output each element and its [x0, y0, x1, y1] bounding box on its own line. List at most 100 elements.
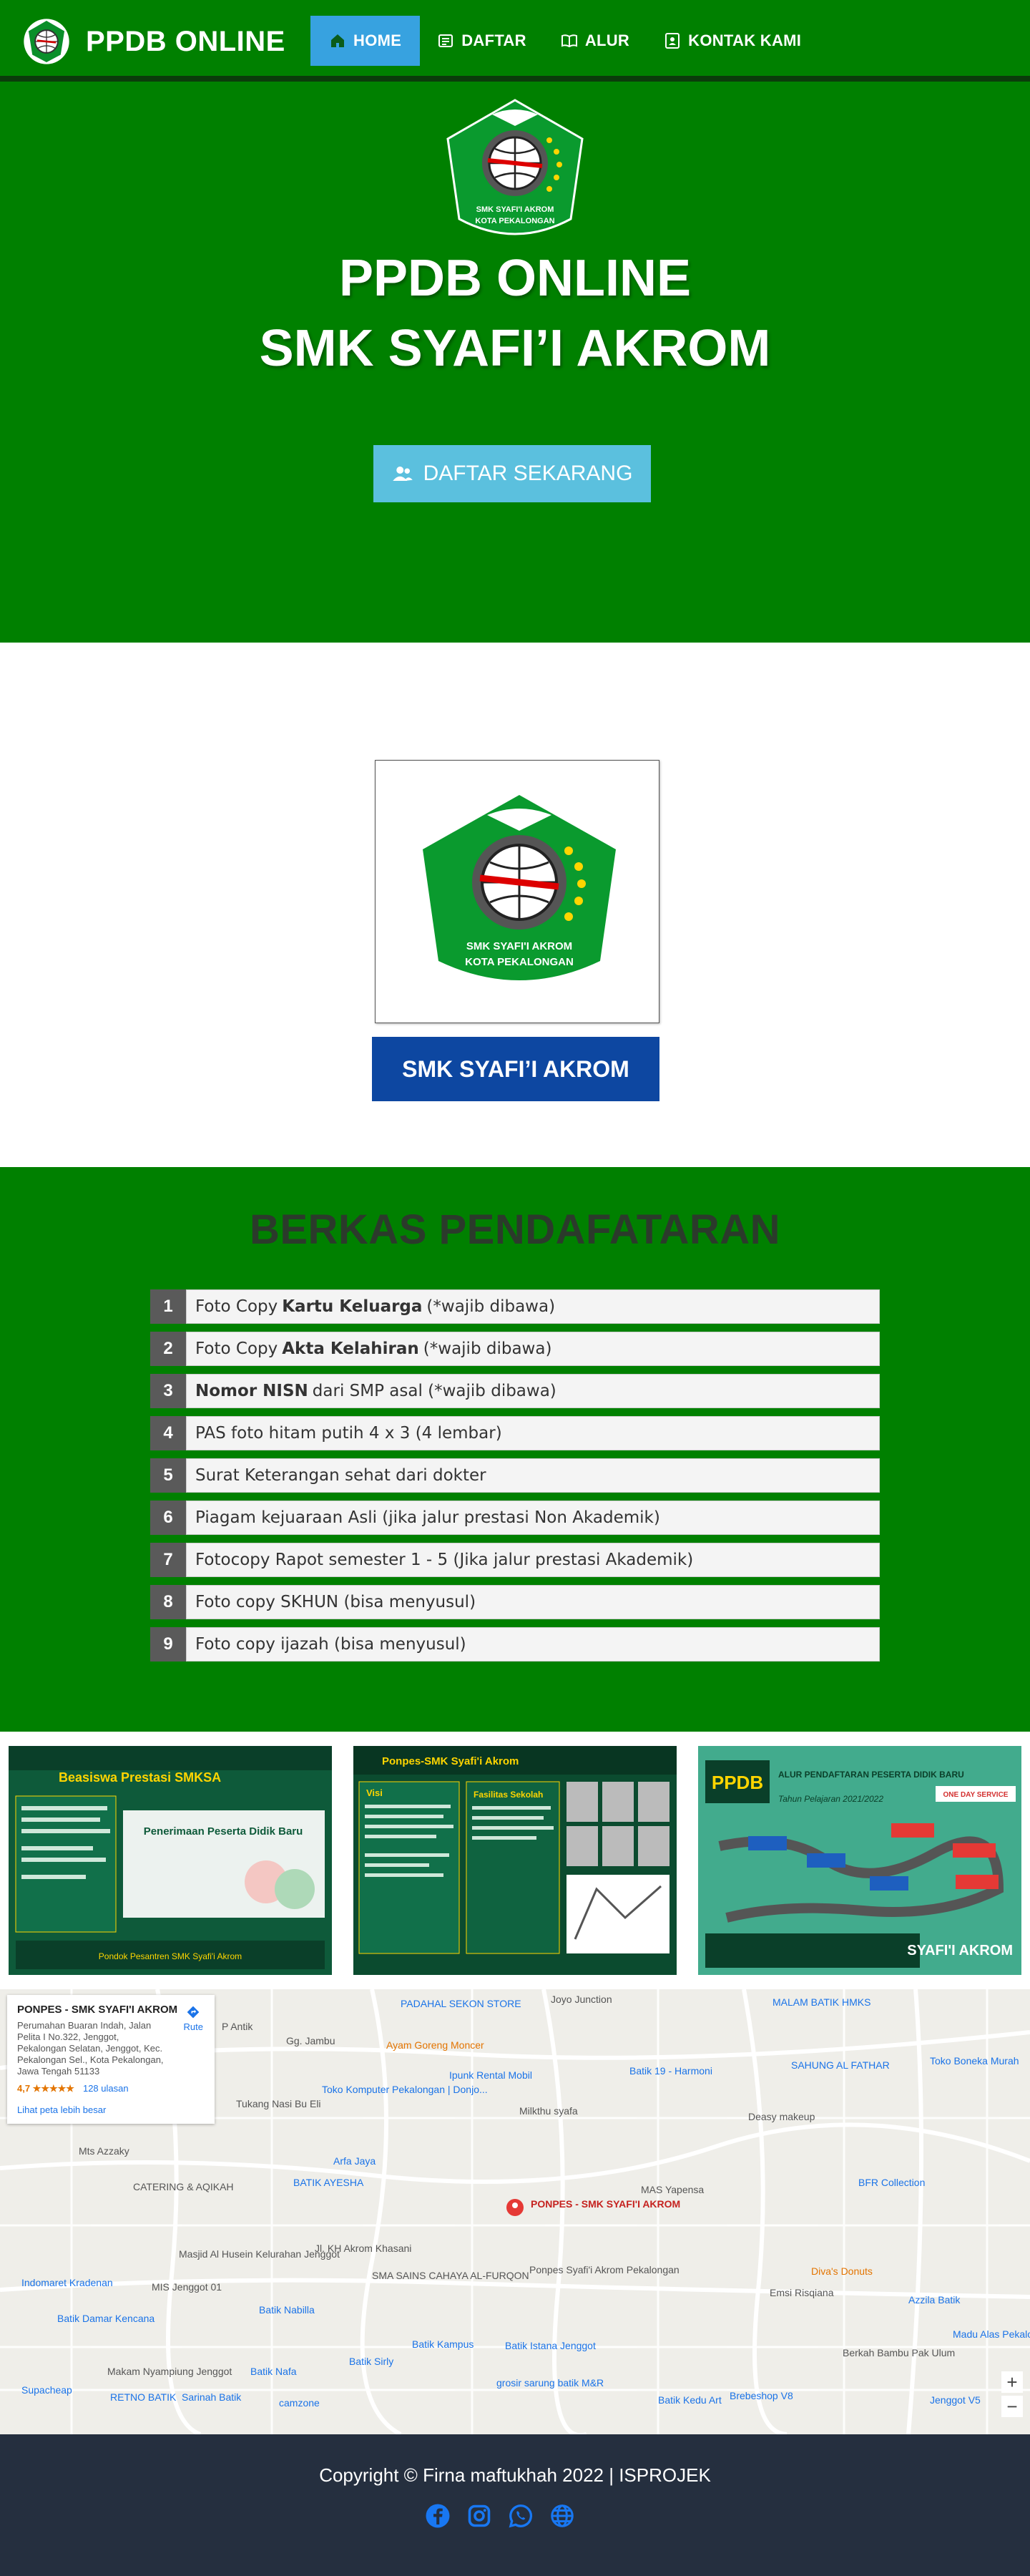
book-icon: [561, 34, 577, 48]
list-number: 1: [150, 1289, 186, 1324]
map-label: Joyo Junction: [551, 1994, 612, 2005]
list-icon: [438, 34, 453, 47]
map-label[interactable]: Madu Alas Pekalongan: [953, 2328, 1030, 2340]
map-label[interactable]: SAHUNG AL FATHAR: [791, 2059, 890, 2071]
map-label[interactable]: Sarinah Batik: [182, 2391, 241, 2403]
svg-text:Penerimaan Peserta Didik Baru: Penerimaan Peserta Didik Baru: [144, 1825, 303, 1838]
map-label[interactable]: grosir sarung batik M&R: [496, 2377, 604, 2389]
map-label[interactable]: camzone: [279, 2397, 320, 2409]
globe-icon[interactable]: [549, 2503, 575, 2529]
daftar-sekarang-button[interactable]: DAFTAR SEKARANG: [373, 445, 651, 502]
map-place-address: Perumahan Buaran Indah, Jalan Pelita I N…: [17, 2020, 164, 2077]
list-number: 9: [150, 1627, 186, 1662]
map-label[interactable]: Ponpes Syafi'i Akrom Pekalongan: [529, 2264, 680, 2275]
map-label: Emsi Risqiana: [770, 2287, 834, 2298]
directions-icon: [187, 2006, 200, 2019]
map-label[interactable]: Batik Nafa: [250, 2366, 297, 2377]
school-logo-large: SMK SYAFI'I AKROM KOTA PEKALONGAN: [423, 795, 616, 980]
copyright-text: Copyright © Firna maftukhah 2022 | ISPRO…: [319, 2464, 711, 2486]
nav-daftar[interactable]: DAFTAR: [420, 16, 544, 66]
logo-caption-2: KOTA PEKALONGAN: [475, 217, 554, 225]
svg-text:SYAFI'I AKROM: SYAFI'I AKROM: [907, 1943, 1013, 1958]
social-links: [425, 2503, 575, 2529]
nav-alur[interactable]: ALUR: [544, 16, 647, 66]
list-text: PAS foto hitam putih 4 x 3 (4 lembar): [186, 1416, 880, 1450]
map-label[interactable]: Indomaret Kradenan: [21, 2277, 113, 2288]
map-label[interactable]: Ayam Goreng Moncer: [386, 2039, 484, 2051]
map-label: Gg. Jambu: [286, 2035, 335, 2046]
list-number: 5: [150, 1458, 186, 1493]
footer: Copyright © Firna maftukhah 2022 | ISPRO…: [0, 2434, 1030, 2576]
map-label[interactable]: BFR Collection: [858, 2177, 925, 2188]
map-marker-label[interactable]: PONPES - SMK SYAFI'I AKROM: [531, 2198, 680, 2210]
brand[interactable]: PPDB ONLINE: [23, 17, 285, 66]
whatsapp-icon[interactable]: [508, 2503, 534, 2529]
map-label[interactable]: Batik Nabilla: [259, 2304, 315, 2316]
map-label[interactable]: Diva's Donuts: [811, 2265, 873, 2277]
list-number: 2: [150, 1332, 186, 1366]
banner-alur[interactable]: PPDB ALUR PENDAFTARAN PESERTA DIDIK BARU…: [698, 1746, 1021, 1975]
map-rating: 4,7 ★★★★★ 128 ulasan: [17, 2083, 129, 2094]
hero-title-line1: PPDB ONLINE: [338, 250, 692, 307]
map-label[interactable]: Jenggot V5: [930, 2394, 981, 2406]
map-label[interactable]: Batik Istana Jenggot: [505, 2340, 596, 2351]
daftar-sekarang-label: DAFTAR SEKARANG: [423, 462, 633, 485]
list-number: 4: [150, 1416, 186, 1450]
map-label[interactable]: Brebeshop V8: [730, 2390, 793, 2401]
map-label[interactable]: Toko Komputer Pekalongan | Donjo...: [322, 2084, 488, 2095]
list-item: 6 Piagam kejuaraan Asli (jika jalur prest…: [150, 1501, 880, 1535]
nav-kontak[interactable]: KONTAK KAMI: [647, 16, 818, 66]
google-map[interactable]: PONPES - SMK SYAFI'I AKROM Perumahan Bua…: [0, 1989, 1030, 2434]
map-label[interactable]: BATIK AYESHA: [293, 2177, 363, 2188]
map-label[interactable]: Batik Kampus: [412, 2338, 474, 2350]
zoom-out-button[interactable]: −: [1001, 2396, 1023, 2417]
svg-text:Ponpes-SMK Syafi'i Akrom: Ponpes-SMK Syafi'i Akrom: [382, 1755, 519, 1767]
banner-profil-art: Ponpes-SMK Syafi'i Akrom Visi Fasilitas …: [353, 1746, 677, 1975]
map-label[interactable]: Azzila Batik: [908, 2294, 960, 2306]
list-number: 6: [150, 1501, 186, 1535]
map-label: CATERING & AQIKAH: [133, 2181, 234, 2192]
map-label[interactable]: Toko Boneka Murah: [930, 2055, 1019, 2067]
zoom-in-button[interactable]: +: [1001, 2371, 1023, 2393]
brand-title: PPDB ONLINE: [86, 25, 285, 57]
svg-text:Pondok Pesantren SMK Syafi'i A: Pondok Pesantren SMK Syafi'i Akrom: [99, 1951, 242, 1961]
list-item: 9 Foto copy ijazah (bisa menyusul): [150, 1627, 880, 1662]
map-label[interactable]: Ipunk Rental Mobil: [449, 2069, 532, 2081]
list-item: 2 Foto Copy Akta Kelahiran (*wajib dibawa): [150, 1332, 880, 1366]
nav-home[interactable]: HOME: [310, 16, 421, 66]
map-reviews-link[interactable]: 128 ulasan: [83, 2083, 129, 2094]
banner-profil[interactable]: Ponpes-SMK Syafi'i Akrom Visi Fasilitas …: [353, 1746, 677, 1975]
svg-text:ONE DAY SERVICE: ONE DAY SERVICE: [943, 1791, 1009, 1799]
map-label[interactable]: Batik Damar Kencana: [57, 2313, 154, 2324]
map-label[interactable]: RETNO BATIK: [110, 2391, 176, 2403]
map-label[interactable]: Batik 19 - Harmoni: [629, 2065, 712, 2077]
list-item: 4 PAS foto hitam putih 4 x 3 (4 lembar): [150, 1416, 880, 1450]
list-item: 5 Surat Keterangan sehat dari dokter: [150, 1458, 880, 1493]
facebook-icon[interactable]: [425, 2503, 451, 2529]
route-button[interactable]: Rute: [184, 2005, 203, 2032]
list-text: Foto copy SKHUN (bisa menyusul): [186, 1585, 880, 1619]
contact-icon: [665, 33, 680, 49]
map-label[interactable]: Batik Sirly: [349, 2356, 393, 2367]
map-label[interactable]: PADAHAL SEKON STORE: [401, 1998, 521, 2009]
instagram-icon[interactable]: [466, 2503, 492, 2529]
school-name-button[interactable]: SMK SYAFI’I AKROM: [372, 1037, 659, 1101]
map-label[interactable]: Supacheap: [21, 2384, 72, 2396]
berkas-section: BERKAS PENDAFATARAN 1 Foto Copy Kartu Kelu…: [0, 1167, 1030, 1732]
list-text: Foto copy ijazah (bisa menyusul): [186, 1627, 880, 1662]
berkas-title: BERKAS PENDAFATARAN: [249, 1206, 781, 1253]
map-label: Tukang Nasi Bu Eli: [236, 2098, 321, 2109]
banner-beasiswa[interactable]: Beasiswa Prestasi SMKSA Penerimaan Peser…: [9, 1746, 332, 1975]
map-label: MAS Yapensa: [641, 2184, 705, 2195]
map-label: P Antik: [222, 2021, 253, 2032]
map-label: Berkah Bambu Pak Ulum: [843, 2347, 956, 2358]
profile-logo-frame: SMK SYAFI'I AKROM KOTA PEKALONGAN: [375, 760, 659, 1023]
hero-section: SMK SYAFI'I AKROM KOTA PEKALONGAN PPDB O…: [0, 82, 1030, 643]
map-label[interactable]: Batik Kedu Art: [658, 2394, 722, 2406]
larger-map-link[interactable]: Lihat peta lebih besar: [17, 2104, 205, 2115]
map-label[interactable]: Arfa Jaya: [333, 2155, 376, 2167]
map-label: Milkthu syafa: [519, 2105, 578, 2117]
map-label: Deasy makeup: [748, 2111, 815, 2122]
map-label[interactable]: MALAM BATIK HMKS: [772, 1996, 870, 2008]
list-text: Foto Copy Akta Kelahiran (*wajib dibawa): [186, 1332, 880, 1366]
